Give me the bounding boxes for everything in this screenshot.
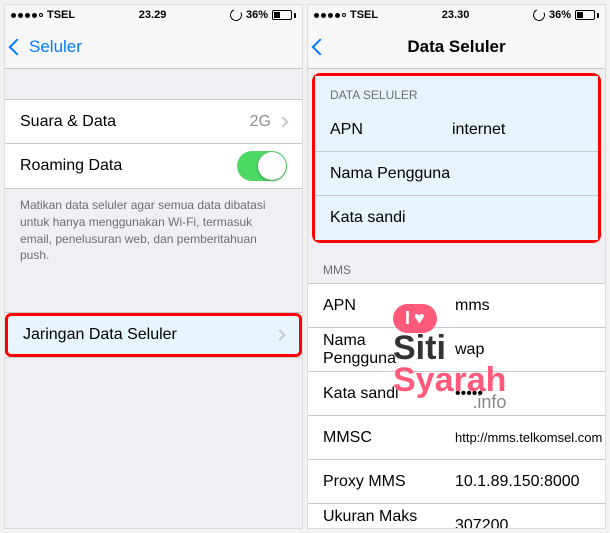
row-label: MMSC xyxy=(323,429,443,447)
nama-pengguna-row[interactable]: Nama Pengguna xyxy=(315,152,598,196)
nav-bar: Seluler xyxy=(5,25,302,69)
data-seluler-highlight: DATA SELULER APN internet Nama Pengguna … xyxy=(312,73,601,243)
mms-pass-value[interactable]: ••••• xyxy=(455,385,590,403)
suara-data-row[interactable]: Suara & Data 2G xyxy=(5,100,302,144)
row-label: Jaringan Data Seluler xyxy=(23,326,177,344)
battery-icon xyxy=(272,10,296,20)
nav-title: Data Seluler xyxy=(308,37,605,57)
roaming-toggle[interactable] xyxy=(237,151,287,181)
sync-icon xyxy=(228,7,243,22)
row-label: Roaming Data xyxy=(20,157,122,175)
max-value[interactable]: 307200 xyxy=(455,517,590,528)
mms-apn-row[interactable]: APN mms xyxy=(308,284,605,328)
right-screenshot: TSEL 23.30 36% Data Seluler DATA SELULER… xyxy=(307,4,606,529)
status-bar: TSEL 23.30 36% xyxy=(308,5,605,25)
apn-row[interactable]: APN internet xyxy=(315,108,598,152)
status-bar: TSEL 23.29 36% xyxy=(5,5,302,25)
carrier-label: TSEL xyxy=(47,9,75,21)
signal-dots-icon xyxy=(314,13,346,18)
kata-sandi-row[interactable]: Kata sandi xyxy=(315,196,598,240)
back-button[interactable] xyxy=(308,41,332,53)
battery-icon xyxy=(575,10,599,20)
section-header: MMS xyxy=(308,247,605,283)
clock: 23.29 xyxy=(139,9,167,21)
carrier-label: TSEL xyxy=(350,9,378,21)
row-label: Ukuran Maks MMS xyxy=(323,508,443,528)
chevron-left-icon xyxy=(312,38,329,55)
proxy-row[interactable]: Proxy MMS 10.1.89.150:8000 xyxy=(308,460,605,504)
signal-dots-icon xyxy=(11,13,43,18)
row-label: Kata sandi xyxy=(323,385,443,403)
row-label: Suara & Data xyxy=(20,113,116,131)
footer-help-text: Matikan data seluler agar semua data dib… xyxy=(5,189,302,272)
battery-pct: 36% xyxy=(549,9,571,21)
proxy-value[interactable]: 10.1.89.150:8000 xyxy=(455,473,590,491)
sync-icon xyxy=(531,7,546,22)
nav-bar: Data Seluler xyxy=(308,25,605,69)
mmsc-value[interactable]: http://mms.telkomsel.com xyxy=(455,430,602,445)
section-header: DATA SELULER xyxy=(315,76,598,108)
mms-user-row[interactable]: Nama Pengguna wap xyxy=(308,328,605,372)
row-label: Nama Pengguna xyxy=(330,165,450,183)
left-screenshot: TSEL 23.29 36% Seluler Suara & Data 2G R… xyxy=(4,4,303,529)
row-label: Nama Pengguna xyxy=(323,332,443,368)
clock: 23.30 xyxy=(442,9,470,21)
jaringan-data-seluler-row[interactable]: Jaringan Data Seluler xyxy=(5,313,302,357)
mms-user-value[interactable]: wap xyxy=(455,341,590,359)
row-label: APN xyxy=(330,121,440,139)
row-label: Proxy MMS xyxy=(323,473,443,491)
max-size-row[interactable]: Ukuran Maks MMS 307200 xyxy=(308,504,605,528)
roaming-row[interactable]: Roaming Data xyxy=(5,144,302,188)
mms-pass-row[interactable]: Kata sandi ••••• xyxy=(308,372,605,416)
row-label: APN xyxy=(323,297,443,315)
battery-pct: 36% xyxy=(246,9,268,21)
mms-apn-value[interactable]: mms xyxy=(455,297,590,315)
chevron-right-icon xyxy=(277,116,288,127)
chevron-right-icon xyxy=(274,330,285,341)
chevron-left-icon xyxy=(9,38,26,55)
row-value: 2G xyxy=(250,113,271,131)
apn-value[interactable]: internet xyxy=(452,121,583,139)
back-button[interactable]: Seluler xyxy=(5,37,82,57)
mmsc-row[interactable]: MMSC http://mms.telkomsel.com xyxy=(308,416,605,460)
back-label: Seluler xyxy=(29,37,82,57)
row-label: Kata sandi xyxy=(330,209,406,227)
